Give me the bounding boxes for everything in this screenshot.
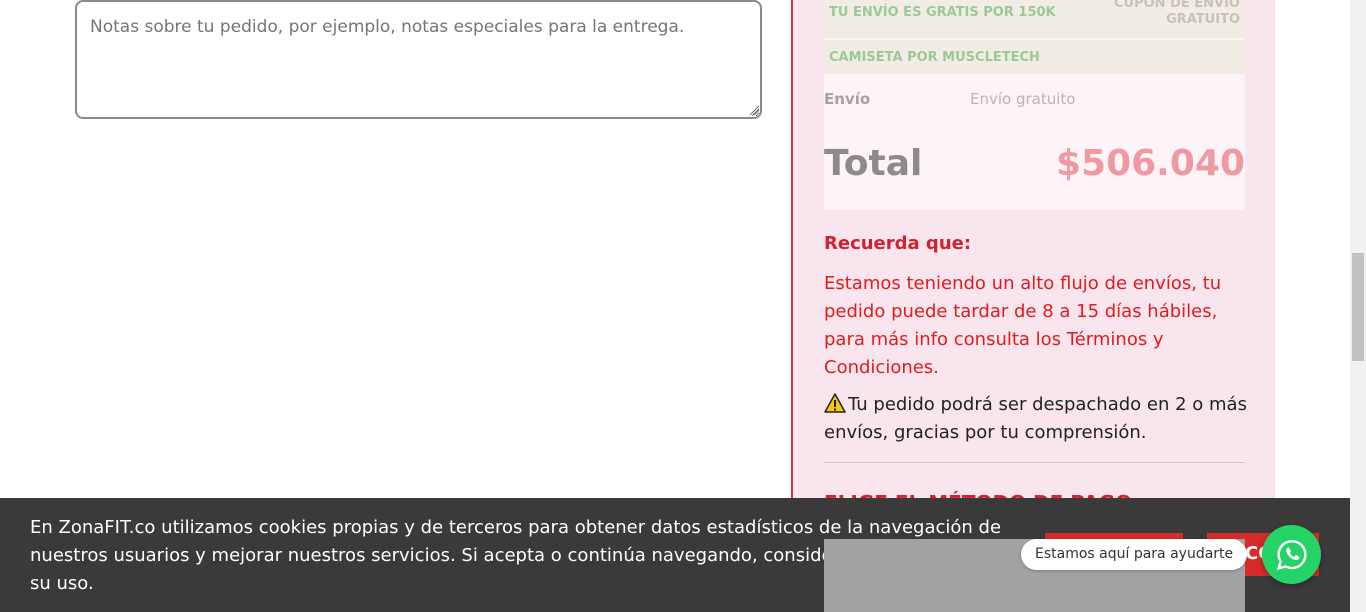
gift-label: CAMISETA POR MUSCLETECH [829,50,1040,65]
whatsapp-help-bubble[interactable]: Estamos aquí para ayudarte [1021,539,1248,570]
shipping-label: Envío [824,90,871,108]
warning-icon [824,393,846,413]
total-value: $506.040 [1055,143,1245,184]
whatsapp-button[interactable] [1262,525,1321,584]
coupon-description: TU ENVÍO ES GRATIS POR 150K [829,5,1056,20]
coupon-label: CUPÓN DE ENVÍO GRATUITO [1114,0,1240,27]
warning-notice: Tu pedido podrá ser despachado en 2 o má… [824,391,1249,447]
whatsapp-icon [1276,539,1307,570]
resize-grip-icon[interactable] [748,104,760,116]
shipping-value: Envío gratuito [970,90,1076,108]
warning-text: Tu pedido podrá ser despachado en 2 o má… [824,394,1247,443]
order-notes-textarea[interactable] [75,0,762,119]
notice-body: Estamos teniendo un alto flujo de envíos… [824,273,1222,378]
notice-title: Recuerda que: [824,233,972,254]
scrollbar-thumb[interactable] [1352,253,1364,361]
section-divider [824,462,1245,463]
total-label: Total [824,143,923,184]
